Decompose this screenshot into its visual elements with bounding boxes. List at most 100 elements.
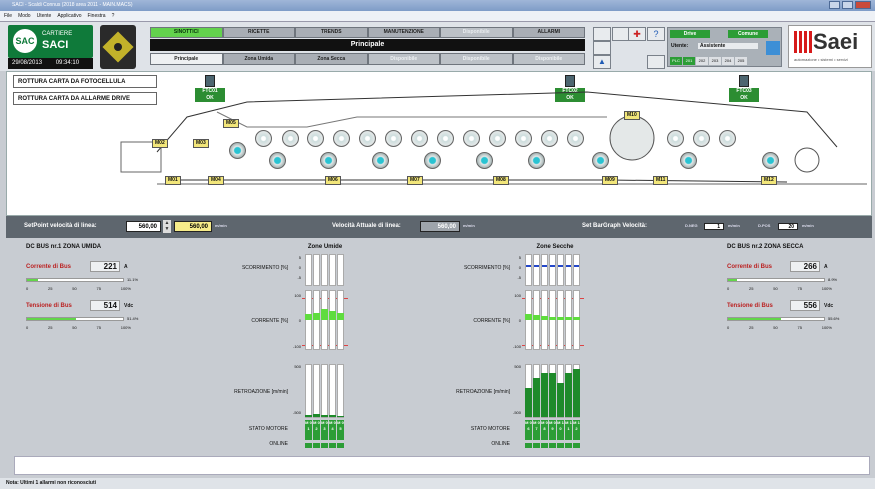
maximize-button[interactable] <box>842 1 853 9</box>
motor-status-0[interactable]: M 0 1 <box>305 420 312 440</box>
scorrimento-column <box>557 254 564 286</box>
menu-help[interactable]: ? <box>112 11 115 21</box>
logo-line2: SACI <box>42 39 69 51</box>
tab-trends[interactable]: TRENDS <box>295 27 368 38</box>
motor-m06[interactable]: M06 <box>325 176 341 185</box>
subtab-disponibile-1[interactable]: Disponibile <box>367 53 440 65</box>
retroazione-column <box>337 364 344 418</box>
roll <box>411 130 428 147</box>
subtab-disponibile-2[interactable]: Disponibile <box>440 53 513 65</box>
plc-203[interactable]: 203 <box>709 57 721 65</box>
zone_umida-title: Zone Umide <box>307 244 343 250</box>
subtab-zona-umida[interactable]: Zona Umida <box>222 53 295 65</box>
motor-status-2[interactable]: M 0 8 <box>541 420 548 440</box>
motor-m04[interactable]: M04 <box>208 176 224 185</box>
bus2-title: DC BUS nr.2 ZONA SECCA <box>727 244 804 250</box>
user-panel: Drive Comune Utente: Assistente PLC 201 … <box>667 27 782 67</box>
motor-status-4[interactable]: M 0 5 <box>337 420 344 440</box>
bus1-current-scale: 0 25 50 75 100% <box>26 286 131 291</box>
motor-status-4[interactable]: M 1 0 <box>557 420 564 440</box>
motor-m12[interactable]: M12 <box>761 176 777 185</box>
setpoint-label: SetPoint velocità di linea: <box>24 223 97 229</box>
corrente-bar <box>337 313 344 320</box>
network-icon[interactable] <box>593 41 611 55</box>
plc-202[interactable]: 202 <box>696 57 708 65</box>
roll <box>255 130 272 147</box>
subtab-disponibile-3[interactable]: Disponibile <box>512 53 585 65</box>
motor-status-0[interactable]: M 0 6 <box>525 420 532 440</box>
setpoint-input[interactable]: 560,00 <box>126 221 161 232</box>
scorrimento-marker <box>526 265 531 267</box>
row-label-corrente: CORRENTE [%] <box>473 318 510 324</box>
user-login-icon[interactable] <box>766 41 780 55</box>
retroazione-bar <box>549 373 556 417</box>
roll <box>333 130 350 147</box>
tab-manutenzione[interactable]: MANUTENZIONE <box>367 27 440 38</box>
tab-allarmi[interactable]: ALLARMI <box>512 27 585 38</box>
scorrimento-marker <box>542 265 547 267</box>
plc-201[interactable]: 201 <box>683 57 695 65</box>
retroazione-bar <box>573 369 580 417</box>
axis-tick: -5 <box>297 275 301 280</box>
motor-status-1[interactable]: M 0 7 <box>533 420 540 440</box>
motor-m03[interactable]: M03 <box>193 139 209 148</box>
close-button[interactable] <box>855 1 871 9</box>
alarm-notes-area[interactable] <box>14 456 870 475</box>
alarm-bell-icon[interactable]: ✚ <box>628 27 646 41</box>
motor-m10[interactable]: M10 <box>624 111 640 120</box>
row-label-scorrimento: SCORRIMENTO [%] <box>241 265 288 271</box>
plc-label: PLC <box>670 57 682 65</box>
dneg-input[interactable]: 1 <box>704 223 724 230</box>
motor-status-2[interactable]: M 0 3 <box>321 420 328 440</box>
motor-m07[interactable]: M07 <box>407 176 423 185</box>
minimize-button[interactable] <box>829 1 840 9</box>
motor-m09[interactable]: M09 <box>602 176 618 185</box>
motor-status-5[interactable]: M 1 1 <box>565 420 572 440</box>
subtab-principale[interactable]: Principale <box>150 53 223 65</box>
plc-204[interactable]: 204 <box>722 57 734 65</box>
help-icon[interactable]: ? <box>647 27 665 41</box>
menu-applicativo[interactable]: Applicativo <box>57 11 81 21</box>
motor-m02[interactable]: M02 <box>152 139 168 148</box>
motor-status-3[interactable]: M 0 4 <box>329 420 336 440</box>
plc-205[interactable]: 205 <box>735 57 747 65</box>
corrente-column <box>573 290 580 350</box>
tab-disponibile[interactable]: Disponibile <box>440 27 513 38</box>
comune-button[interactable]: Comune <box>728 30 768 38</box>
motor-m11[interactable]: M11 <box>653 176 669 185</box>
scorrimento-column <box>337 254 344 286</box>
setpoint-stepper[interactable]: ▲ ▼ <box>163 220 171 233</box>
axis-tick: 100 <box>294 293 301 298</box>
menu-finestra[interactable]: Finestra <box>88 11 106 21</box>
menu-utente[interactable]: Utente <box>37 11 52 21</box>
menu-modo[interactable]: Modo <box>18 11 31 21</box>
dpos-input[interactable]: 20 <box>778 223 798 230</box>
motor-m05[interactable]: M05 <box>223 119 239 128</box>
motor-m08[interactable]: M08 <box>493 176 509 185</box>
user-label: Utente: <box>671 43 689 49</box>
scorrimento-marker <box>566 265 571 267</box>
row-label-corrente: CORRENTE [%] <box>251 318 288 324</box>
motor-status-3[interactable]: M 0 9 <box>549 420 556 440</box>
tab-sinottici[interactable]: SINOTTICI <box>150 27 223 38</box>
motor-status-6[interactable]: M 1 2 <box>573 420 580 440</box>
tab-ricette[interactable]: RICETTE <box>222 27 295 38</box>
online-indicator <box>321 443 328 448</box>
menu-file[interactable]: File <box>4 11 12 21</box>
home-icon[interactable]: ▲ <box>593 55 611 69</box>
roll <box>541 130 558 147</box>
printer-icon[interactable] <box>647 55 665 69</box>
motor-status-1[interactable]: M 0 2 <box>313 420 320 440</box>
drive-button[interactable]: Drive <box>670 30 710 38</box>
current-date: 29/08/2013 <box>12 60 43 66</box>
saei-logo: Saei automazione • sistemi • servizi <box>788 25 872 68</box>
dpos-label: D.POS <box>758 223 771 228</box>
corrente-bar <box>549 317 556 320</box>
motor-m01[interactable]: M01 <box>165 176 181 185</box>
online-indicator <box>329 443 336 448</box>
main-nav-tabs: SINOTTICI RICETTE TRENDS MANUTENZIONE Di… <box>150 27 585 38</box>
tools-icon[interactable] <box>593 27 611 41</box>
subtab-zona-secca[interactable]: Zona Secca <box>295 53 368 65</box>
scorrimento-marker <box>534 265 539 267</box>
status-emblem-icon[interactable] <box>100 25 136 69</box>
